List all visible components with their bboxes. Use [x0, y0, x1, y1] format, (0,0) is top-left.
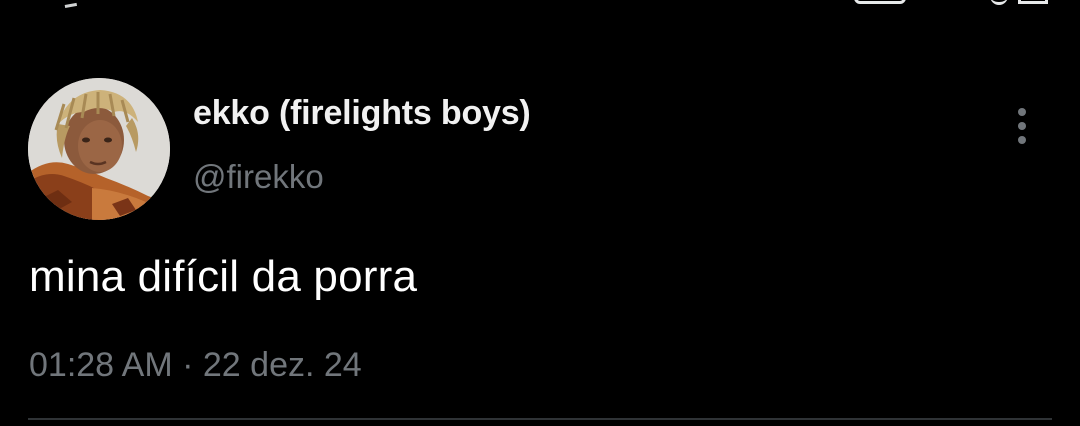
- timestamp-separator: ·: [182, 346, 194, 384]
- divider: [28, 418, 1052, 420]
- tweet-timestamp[interactable]: 01:28 AM · 22 dez. 24: [29, 346, 362, 385]
- tweet-text: mina difícil da porra: [29, 252, 418, 301]
- top-app-bar: [0, 0, 1080, 10]
- more-options-button[interactable]: [1004, 104, 1040, 148]
- share-icon[interactable]: [1018, 0, 1048, 4]
- bookmark-icon[interactable]: [990, 0, 1008, 5]
- avatar-image: [28, 78, 170, 220]
- tab-switch-icon[interactable]: [854, 0, 906, 4]
- back-arrow-icon[interactable]: [62, 0, 78, 8]
- avatar[interactable]: [28, 78, 170, 220]
- tweet-time: 01:28 AM: [29, 346, 173, 384]
- author-display-name[interactable]: ekko (firelights boys): [193, 94, 531, 133]
- tweet-date: 22 dez. 24: [202, 346, 362, 384]
- author-handle[interactable]: @firekko: [193, 158, 324, 196]
